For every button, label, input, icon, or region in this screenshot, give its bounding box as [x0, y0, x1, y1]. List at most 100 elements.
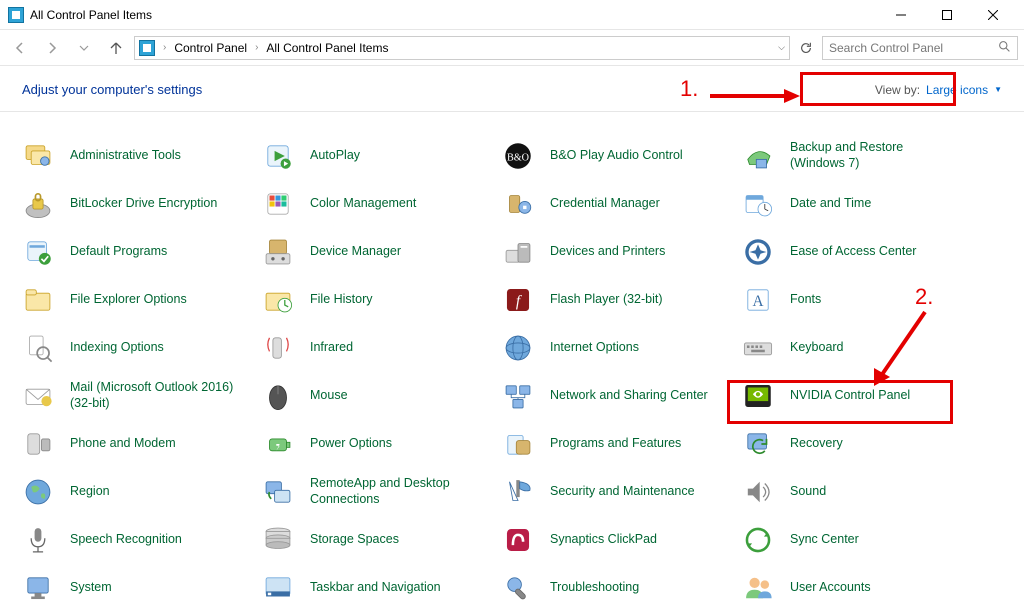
navigation-bar: › Control Panel › All Control Panel Item… [0, 30, 1024, 66]
view-by-control[interactable]: View by: Large icons ▼ [875, 83, 1002, 97]
cp-item-label: AutoPlay [310, 148, 360, 164]
cp-item-infrared[interactable]: Infrared [258, 324, 498, 372]
cp-item-indexing[interactable]: Indexing Options [18, 324, 258, 372]
bo-audio-icon: B&O [498, 136, 538, 176]
cp-item-system[interactable]: System [18, 564, 258, 612]
default-prog-icon [18, 232, 58, 272]
cp-item-taskbar[interactable]: Taskbar and Navigation [258, 564, 498, 612]
cp-item-autoplay[interactable]: AutoPlay [258, 132, 498, 180]
address-dropdown-icon[interactable]: ⌵ [778, 42, 785, 53]
annotation-1-arrow [710, 88, 800, 104]
chevron-down-icon: ▼ [994, 85, 1002, 94]
taskbar-icon [258, 568, 298, 608]
region-icon [18, 472, 58, 512]
sound-icon [738, 472, 778, 512]
datetime-icon [738, 184, 778, 224]
control-panel-icon [8, 7, 24, 23]
file-explorer-icon [18, 280, 58, 320]
minimize-button[interactable] [878, 0, 924, 30]
cp-item-label: Backup and Restore (Windows 7) [790, 140, 960, 171]
cp-item-label: RemoteApp and Desktop Connections [310, 476, 480, 507]
cp-item-power[interactable]: Power Options [258, 420, 498, 468]
page-title: Adjust your computer's settings [22, 82, 202, 97]
keyboard-icon [738, 328, 778, 368]
cp-item-label: Storage Spaces [310, 532, 399, 548]
devices-icon [498, 232, 538, 272]
forward-button[interactable] [38, 34, 66, 62]
close-button[interactable] [970, 0, 1016, 30]
recent-dropdown[interactable] [70, 34, 98, 62]
cp-item-storage[interactable]: Storage Spaces [258, 516, 498, 564]
cp-item-phone[interactable]: Phone and Modem [18, 420, 258, 468]
cp-item-sync[interactable]: Sync Center [738, 516, 978, 564]
annotation-2-arrow [870, 310, 930, 390]
cp-item-users[interactable]: User Accounts [738, 564, 978, 612]
cp-item-mail[interactable]: Mail (Microsoft Outlook 2016) (32-bit) [18, 372, 258, 420]
recovery-icon [738, 424, 778, 464]
cp-item-troubleshoot[interactable]: Troubleshooting [498, 564, 738, 612]
address-bar[interactable]: › Control Panel › All Control Panel Item… [134, 36, 790, 60]
cp-item-sound[interactable]: Sound [738, 468, 978, 516]
cp-item-flash[interactable]: fFlash Player (32-bit) [498, 276, 738, 324]
chevron-right-icon: › [163, 42, 166, 53]
cp-item-credential[interactable]: Credential Manager [498, 180, 738, 228]
cp-item-mouse[interactable]: Mouse [258, 372, 498, 420]
cp-item-datetime[interactable]: Date and Time [738, 180, 978, 228]
cp-item-ease[interactable]: Ease of Access Center [738, 228, 978, 276]
cp-item-internet[interactable]: Internet Options [498, 324, 738, 372]
cp-item-label: Phone and Modem [70, 436, 176, 452]
cp-item-region[interactable]: Region [18, 468, 258, 516]
breadcrumb-root[interactable]: Control Panel [174, 41, 247, 55]
cp-item-label: Devices and Printers [550, 244, 665, 260]
credential-icon [498, 184, 538, 224]
cp-item-label: Network and Sharing Center [550, 388, 708, 404]
cp-item-label: Recovery [790, 436, 843, 452]
device-mgr-icon [258, 232, 298, 272]
cp-item-file-explorer[interactable]: File Explorer Options [18, 276, 258, 324]
cp-item-file-history[interactable]: File History [258, 276, 498, 324]
cp-item-devices[interactable]: Devices and Printers [498, 228, 738, 276]
cp-item-remoteapp[interactable]: RemoteApp and Desktop Connections [258, 468, 498, 516]
cp-item-synaptics[interactable]: Synaptics ClickPad [498, 516, 738, 564]
cp-item-network[interactable]: Network and Sharing Center [498, 372, 738, 420]
security-icon [498, 472, 538, 512]
synaptics-icon [498, 520, 538, 560]
annotation-1-label: 1. [680, 76, 698, 102]
cp-item-label: Sync Center [790, 532, 859, 548]
cp-item-speech[interactable]: Speech Recognition [18, 516, 258, 564]
search-icon [998, 40, 1011, 56]
refresh-button[interactable] [794, 36, 818, 60]
cp-item-nvidia[interactable]: NVIDIA Control Panel [738, 372, 978, 420]
cp-item-backup[interactable]: Backup and Restore (Windows 7) [738, 132, 978, 180]
cp-item-label: Sound [790, 484, 826, 500]
cp-item-admin-tools[interactable]: Administrative Tools [18, 132, 258, 180]
back-button[interactable] [6, 34, 34, 62]
cp-item-keyboard[interactable]: Keyboard [738, 324, 978, 372]
phone-icon [18, 424, 58, 464]
cp-item-bo-audio[interactable]: B&O B&O Play Audio Control [498, 132, 738, 180]
cp-item-color-mgmt[interactable]: Color Management [258, 180, 498, 228]
cp-item-label: Keyboard [790, 340, 844, 356]
maximize-button[interactable] [924, 0, 970, 30]
cp-item-label: Power Options [310, 436, 392, 452]
up-button[interactable] [102, 34, 130, 62]
cp-item-security[interactable]: Security and Maintenance [498, 468, 738, 516]
system-icon [18, 568, 58, 608]
cp-item-default-prog[interactable]: Default Programs [18, 228, 258, 276]
cp-item-device-mgr[interactable]: Device Manager [258, 228, 498, 276]
bitlocker-icon [18, 184, 58, 224]
cp-item-programs[interactable]: Programs and Features [498, 420, 738, 468]
cp-item-label: Synaptics ClickPad [550, 532, 657, 548]
network-icon [498, 376, 538, 416]
cp-item-label: Date and Time [790, 196, 871, 212]
search-input[interactable]: Search Control Panel [822, 36, 1018, 60]
cp-item-fonts[interactable]: AFonts [738, 276, 978, 324]
window-title: All Control Panel Items [30, 8, 878, 22]
cp-item-recovery[interactable]: Recovery [738, 420, 978, 468]
remoteapp-icon [258, 472, 298, 512]
cp-item-label: B&O Play Audio Control [550, 148, 683, 164]
power-icon [258, 424, 298, 464]
breadcrumb-current[interactable]: All Control Panel Items [266, 41, 388, 55]
cp-item-label: File Explorer Options [70, 292, 187, 308]
cp-item-bitlocker[interactable]: BitLocker Drive Encryption [18, 180, 258, 228]
